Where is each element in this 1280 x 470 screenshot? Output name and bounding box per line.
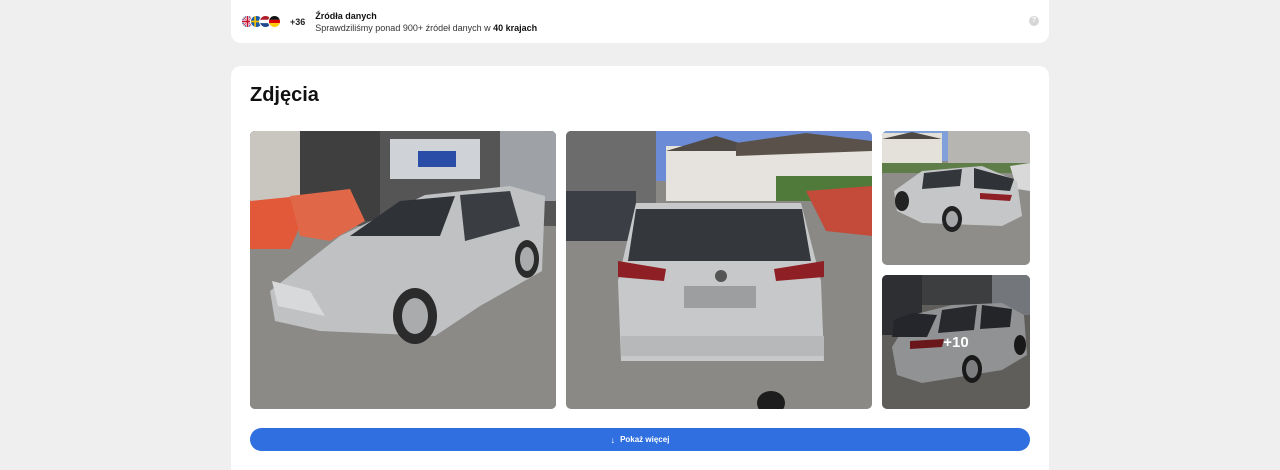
de-flag-icon bbox=[268, 15, 281, 28]
remaining-photos-count[interactable]: +10 bbox=[882, 275, 1030, 409]
show-more-label: Pokaż więcej bbox=[620, 435, 670, 444]
sources-subtitle: Sprawdziliśmy ponad 900+ źródeł danych w… bbox=[315, 22, 537, 34]
photos-title: Zdjęcia bbox=[250, 84, 319, 106]
arrow-down-icon: ↓ bbox=[610, 434, 616, 445]
photos-section: Zdjęcia +10 ↓ Pokaż więcej bbox=[231, 66, 1049, 470]
more-countries-count: +36 bbox=[290, 16, 306, 27]
photo-rear[interactable] bbox=[566, 131, 872, 409]
sources-subtitle-prefix: Sprawdziliśmy ponad 900+ źródeł danych w bbox=[315, 22, 494, 33]
country-flags bbox=[241, 15, 281, 28]
help-icon[interactable]: ? bbox=[1029, 16, 1039, 26]
show-more-button[interactable]: ↓ Pokaż więcej bbox=[250, 428, 1030, 451]
data-sources-banner: +36 Źródła danych Sprawdziliśmy ponad 90… bbox=[231, 0, 1049, 43]
photo-front-three-quarter[interactable] bbox=[250, 131, 556, 409]
sources-text: Źródła danych Sprawdziliśmy ponad 900+ ź… bbox=[315, 10, 537, 34]
photo-rear-three-quarter[interactable] bbox=[882, 131, 1030, 265]
photo-side-more[interactable]: +10 bbox=[882, 275, 1030, 409]
sources-title: Źródła danych bbox=[315, 10, 377, 21]
sources-subtitle-bold: 40 krajach bbox=[493, 22, 538, 33]
